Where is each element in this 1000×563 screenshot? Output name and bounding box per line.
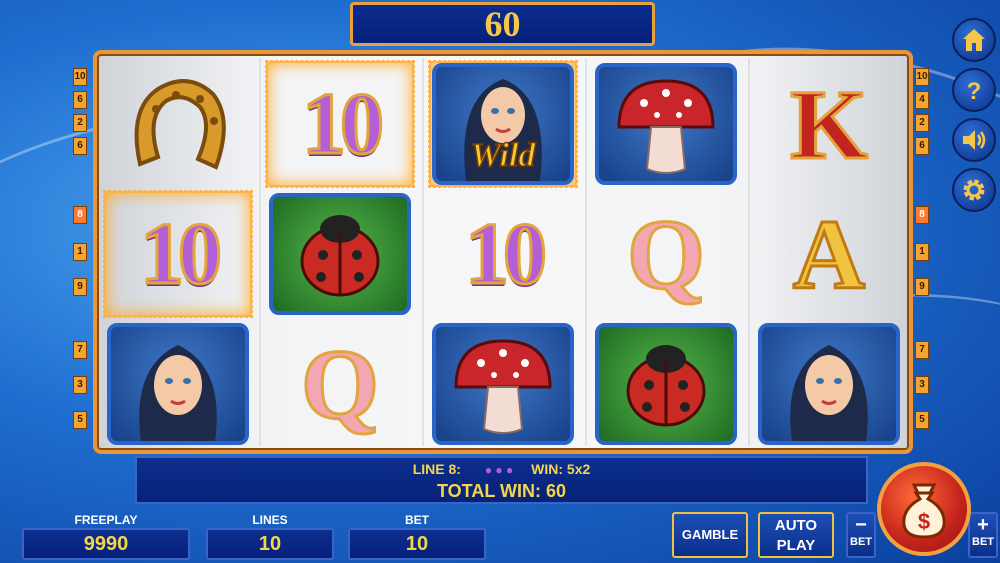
- symbol-queen: Q: [300, 327, 381, 441]
- reel-cell: [103, 320, 253, 448]
- bet-decrease-button[interactable]: − BET: [846, 512, 876, 558]
- symbol-ten: 10: [139, 204, 224, 304]
- reel-cell: Q: [265, 320, 415, 448]
- total-win-label: TOTAL WIN: 60: [436, 481, 566, 501]
- help-icon: ?: [967, 78, 982, 103]
- reel-cell-winning: 10: [265, 60, 415, 188]
- freeplay-label: FREEPLAY: [74, 513, 138, 527]
- bet-increase-label: BET: [972, 536, 994, 548]
- line-marker-active[interactable]: 8: [73, 206, 87, 224]
- settings-icon: [963, 179, 985, 201]
- win-info-panel: LINE 8: ● ● ● WIN: 5x2 TOTAL WIN: 60: [135, 456, 868, 504]
- spin-button[interactable]: $: [877, 462, 971, 556]
- line-marker[interactable]: 1: [73, 243, 87, 261]
- lines-label: LINES: [252, 513, 288, 527]
- line-marker[interactable]: 9: [915, 278, 929, 296]
- line-marker[interactable]: 6: [73, 91, 87, 109]
- reel-divider: [748, 58, 750, 446]
- ladybug-icon: [595, 323, 737, 445]
- line-marker-active[interactable]: 8: [915, 206, 929, 224]
- autoplay-button[interactable]: AUTO PLAY: [758, 512, 834, 558]
- mushroom-icon: [595, 63, 737, 185]
- line-label: LINE 8:: [412, 461, 461, 477]
- wild-icon: Wild: [432, 63, 574, 185]
- horseshoe-icon: [134, 79, 226, 170]
- autoplay-label-play: PLAY: [776, 537, 816, 554]
- bet-decrease-label: BET: [850, 536, 872, 548]
- lines-value[interactable]: 10: [206, 528, 334, 560]
- reel-cell-winning: 10: [103, 190, 253, 318]
- gamble-button[interactable]: GAMBLE: [672, 512, 748, 558]
- line-marker[interactable]: 2: [73, 114, 87, 132]
- wild-label: Wild: [470, 136, 536, 175]
- sound-icon: [963, 130, 986, 150]
- autoplay-label-auto: AUTO: [774, 517, 818, 534]
- line-marker[interactable]: 4: [915, 91, 929, 109]
- line-marker[interactable]: 6: [73, 137, 87, 155]
- line-marker[interactable]: 9: [73, 278, 87, 296]
- svg-text:$: $: [918, 509, 930, 534]
- mini-ten-icons: ● ● ●: [484, 463, 514, 477]
- ladybug-icon: [269, 193, 411, 315]
- symbol-ten: 10: [301, 74, 386, 174]
- reel-cell: [591, 60, 741, 188]
- home-icon: [963, 29, 985, 51]
- home-button[interactable]: [952, 18, 996, 62]
- reel-cell-winning: Wild: [428, 60, 578, 188]
- reel-cell: K: [754, 60, 904, 188]
- symbol-queen: Q: [626, 197, 707, 311]
- reel-cell: [591, 320, 741, 448]
- slot-game-screen: { "top_win": "60", "left_lines": ["6", "…: [0, 0, 1000, 563]
- symbol-ten: 10: [464, 204, 549, 304]
- money-bag-icon: $: [902, 483, 946, 539]
- bet-value: 10: [348, 528, 486, 560]
- svg-text:?: ?: [967, 78, 982, 103]
- reel-cell: [103, 60, 253, 188]
- line-marker[interactable]: 5: [915, 411, 929, 429]
- line-marker[interactable]: 7: [915, 341, 929, 359]
- line-marker[interactable]: 10: [73, 68, 87, 86]
- reel-divider: [259, 58, 261, 446]
- sound-button[interactable]: [952, 118, 996, 162]
- woman-icon: [758, 323, 900, 445]
- line-marker[interactable]: 2: [915, 114, 929, 132]
- symbol-ace: A: [791, 197, 866, 311]
- line-marker[interactable]: 1: [915, 243, 929, 261]
- reel-cell: [265, 190, 415, 318]
- line-win-label: WIN: 5x2: [531, 461, 591, 477]
- reel-cell: A: [754, 190, 904, 318]
- settings-button[interactable]: [952, 168, 996, 212]
- line-win-row: LINE 8: ● ● ● WIN: 5x2: [137, 461, 866, 477]
- reel-cell: [754, 320, 904, 448]
- woman-icon: [107, 323, 249, 445]
- reel-cell: [428, 320, 578, 448]
- symbol-king: K: [789, 67, 870, 181]
- plus-icon: +: [977, 514, 989, 536]
- top-win-display: 60: [350, 2, 655, 46]
- reel-divider: [585, 58, 587, 446]
- reel-divider: [422, 58, 424, 446]
- reel-cell: Q: [591, 190, 741, 318]
- line-marker[interactable]: 3: [73, 376, 87, 394]
- freeplay-value: 9990: [22, 528, 190, 560]
- line-marker[interactable]: 3: [915, 376, 929, 394]
- reel-cell: 10: [428, 190, 578, 318]
- line-marker[interactable]: 6: [915, 137, 929, 155]
- line-marker[interactable]: 7: [73, 341, 87, 359]
- help-button[interactable]: ?: [952, 68, 996, 112]
- line-marker[interactable]: 5: [73, 411, 87, 429]
- minus-icon: −: [855, 514, 867, 536]
- mushroom-icon: [432, 323, 574, 445]
- bet-label: BET: [405, 513, 429, 527]
- bet-increase-button[interactable]: + BET: [968, 512, 998, 558]
- reels-grid: 10 10 Q Wild 10 Q K A: [93, 50, 913, 454]
- line-marker[interactable]: 10: [915, 68, 929, 86]
